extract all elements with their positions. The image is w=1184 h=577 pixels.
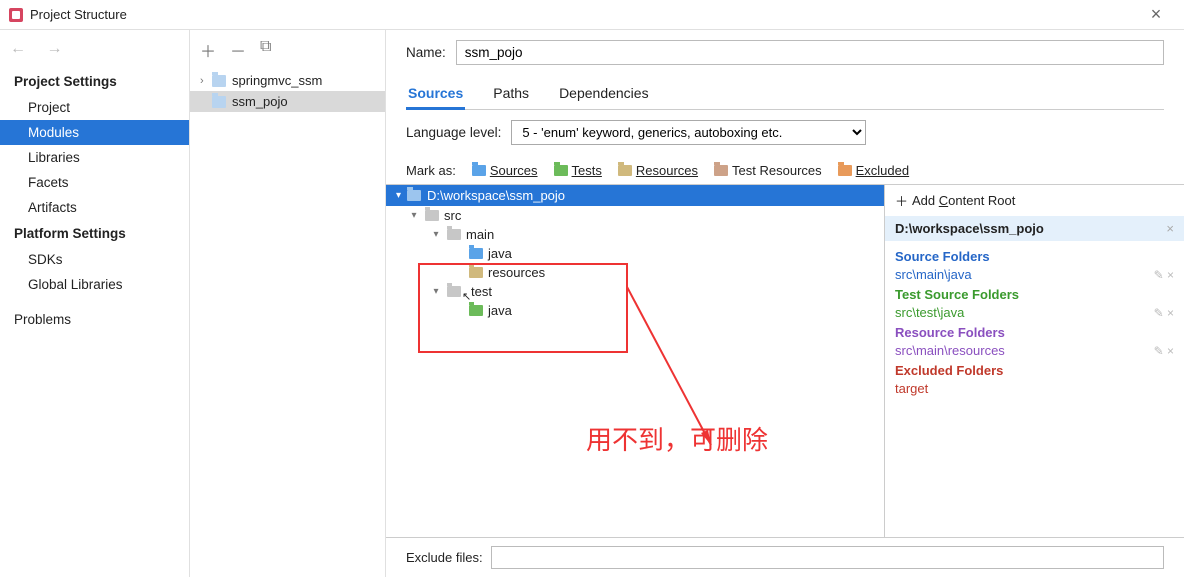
test-folder-entry[interactable]: src\test\java✎ × (895, 304, 1174, 321)
tests-folder-icon (469, 305, 483, 316)
remove-icon[interactable]: × (1167, 268, 1174, 282)
mark-excluded-button[interactable]: Excluded (838, 163, 909, 178)
resource-folder-entry[interactable]: src\main\resources✎ × (895, 342, 1174, 359)
content-root-item[interactable]: D:\workspace\ssm_pojo× (885, 216, 1184, 241)
tab-paths[interactable]: Paths (491, 81, 531, 109)
tree-node-main-resources[interactable]: resources (452, 263, 884, 282)
name-label: Name: (406, 45, 446, 60)
folder-icon (212, 75, 226, 87)
mark-resources-button[interactable]: Resources (618, 163, 698, 178)
edit-icon[interactable]: ✎ (1154, 268, 1164, 282)
nav-item-global-libs[interactable]: Global Libraries (0, 272, 189, 297)
folder-icon (407, 190, 421, 201)
add-module-icon[interactable]: ＋ (200, 38, 216, 62)
edit-icon[interactable]: ✎ (1154, 306, 1164, 320)
resource-folders-header: Resource Folders (895, 325, 1174, 340)
nav-header-project: Project Settings (0, 68, 189, 95)
mark-as-toolbar: Mark as: Sources Tests Resources Test Re… (406, 163, 1164, 178)
nav-item-libraries[interactable]: Libraries (0, 145, 189, 170)
window-title: Project Structure (30, 7, 1136, 22)
nav-item-project[interactable]: Project (0, 95, 189, 120)
module-details: Name: Sources Paths Dependencies Languag… (386, 30, 1184, 577)
tree-node-main-java[interactable]: java (452, 244, 884, 263)
language-level-label: Language level: (406, 125, 501, 140)
chevron-down-icon: ▾ (396, 190, 401, 201)
module-item-springmvc[interactable]: › springmvc_ssm (190, 70, 385, 91)
titlebar: Project Structure × (0, 0, 1184, 30)
sources-folder-icon (469, 248, 483, 259)
tests-folder-icon (554, 165, 568, 176)
remove-icon[interactable]: × (1167, 344, 1174, 358)
nav-history[interactable]: ← → (0, 40, 189, 68)
remove-icon[interactable]: × (1166, 221, 1174, 236)
mark-sources-button[interactable]: Sources (472, 163, 538, 178)
mark-test-resources-button[interactable]: Test Resources (714, 163, 822, 178)
nav-item-problems[interactable]: Problems (0, 307, 189, 332)
add-content-root-button[interactable]: ＋Add Content Root (885, 185, 1184, 216)
nav-item-modules[interactable]: Modules (0, 120, 189, 145)
mark-as-label: Mark as: (406, 163, 456, 178)
folder-icon (425, 210, 439, 221)
edit-icon[interactable]: ✎ (1154, 344, 1164, 358)
remove-icon[interactable]: × (1167, 306, 1174, 320)
plus-icon: ＋ (895, 191, 908, 210)
module-name-input[interactable] (456, 40, 1164, 65)
nav-item-artifacts[interactable]: Artifacts (0, 195, 189, 220)
module-tabs: Sources Paths Dependencies (406, 81, 1164, 110)
excluded-folders-header: Excluded Folders (895, 363, 1174, 378)
nav-item-facets[interactable]: Facets (0, 170, 189, 195)
nav-header-platform: Platform Settings (0, 220, 189, 247)
exclude-files-label: Exclude files: (406, 550, 483, 565)
source-folder-entry[interactable]: src\main\java✎ × (895, 266, 1174, 283)
test-folders-header: Test Source Folders (895, 287, 1174, 302)
folder-icon (212, 96, 226, 108)
tree-node-test-java[interactable]: java (452, 301, 884, 320)
annotation-text: 用不到，可删除 (586, 420, 768, 457)
tree-node-src[interactable]: ▾src (408, 206, 884, 225)
app-icon (8, 7, 24, 23)
tab-sources[interactable]: Sources (406, 81, 465, 110)
exclude-files-input[interactable] (491, 546, 1164, 569)
excluded-folder-icon (838, 165, 852, 176)
resources-folder-icon (618, 165, 632, 176)
module-label: springmvc_ssm (232, 73, 322, 88)
excluded-folder-entry[interactable]: target (895, 380, 1174, 397)
remove-module-icon[interactable]: － (230, 38, 246, 62)
tab-dependencies[interactable]: Dependencies (557, 81, 651, 109)
resources-folder-icon (469, 267, 483, 278)
source-folders-header: Source Folders (895, 249, 1174, 264)
tree-node-main[interactable]: ▾main (430, 225, 884, 244)
language-level-select[interactable]: 5 - 'enum' keyword, generics, autoboxing… (511, 120, 866, 145)
module-tree: ＋ － ⧉ › springmvc_ssm ssm_pojo (190, 30, 386, 577)
tree-node-test[interactable]: ▾↖test (430, 282, 884, 301)
mark-tests-button[interactable]: Tests (554, 163, 602, 178)
folder-icon (447, 229, 461, 240)
sources-folder-icon (472, 165, 486, 176)
module-label: ssm_pojo (232, 94, 288, 109)
test-resources-folder-icon (714, 165, 728, 176)
close-icon[interactable]: × (1136, 4, 1176, 25)
folder-icon (447, 286, 461, 297)
source-tree: ▾ D:\workspace\ssm_pojo ▾src ▾main java … (386, 185, 884, 537)
tree-root[interactable]: ▾ D:\workspace\ssm_pojo (386, 185, 884, 206)
side-nav: ← → Project Settings Project Modules Lib… (0, 30, 190, 577)
content-roots-panel: ＋Add Content Root D:\workspace\ssm_pojo×… (884, 185, 1184, 537)
chevron-right-icon: › (200, 75, 212, 87)
nav-item-sdks[interactable]: SDKs (0, 247, 189, 272)
module-item-ssmpojo[interactable]: ssm_pojo (190, 91, 385, 112)
copy-module-icon[interactable]: ⧉ (260, 38, 271, 62)
